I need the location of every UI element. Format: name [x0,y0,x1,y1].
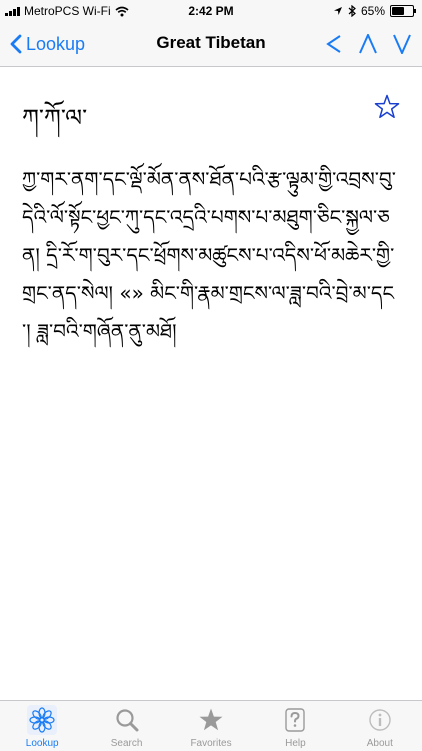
previous-entry-button[interactable] [322,28,346,60]
help-icon [280,705,310,735]
back-button[interactable]: Lookup [10,30,85,58]
tab-about-label: About [366,738,393,749]
tab-favorites[interactable]: Favorites [169,701,253,751]
up-entry-button[interactable] [356,28,380,60]
status-right: 65% [333,4,416,18]
tab-favorites-label: Favorites [190,738,232,749]
entry-navigation [322,28,414,60]
down-arrow-icon [393,34,411,54]
tab-lookup[interactable]: Lookup [0,701,84,751]
star-icon [196,705,226,735]
location-arrow-icon [333,7,342,15]
favorite-star-icon[interactable] [374,94,400,120]
tab-help-label: Help [285,738,306,749]
tab-bar: Lookup Search Favorites Help About [0,700,422,751]
down-entry-button[interactable] [390,28,414,60]
search-icon [112,705,142,735]
battery-icon [390,5,416,17]
bluetooth-icon [348,5,356,17]
entry-definition: ཀྱ་གར་ནག་དང་ལྡོ་མོན་ནས་ཐོན་པའི་རྩ་ལྟུམ་ག… [22,167,396,343]
battery-percent: 65% [360,4,385,18]
previous-arrow-icon [326,35,341,53]
tab-search-label: Search [110,738,143,749]
entry-headword: ཀ་ཀོ་ལ་ [22,104,88,132]
info-icon [365,705,395,735]
back-button-label: Lookup [26,33,86,54]
up-arrow-icon [359,34,377,54]
chevron-left-icon [10,34,22,54]
tab-help[interactable]: Help [253,701,337,751]
page-title: Great Tibetan [156,33,266,52]
lotus-icon [27,705,58,735]
status-bar: MetroPCS Wi-Fi 2:42 PM 65% [0,0,422,22]
battery-fill [392,7,404,15]
tab-lookup-label: Lookup [25,738,59,749]
navigation-bar: Lookup Great Tibetan [0,22,422,67]
tab-about[interactable]: About [338,701,422,751]
tab-search[interactable]: Search [84,701,168,751]
